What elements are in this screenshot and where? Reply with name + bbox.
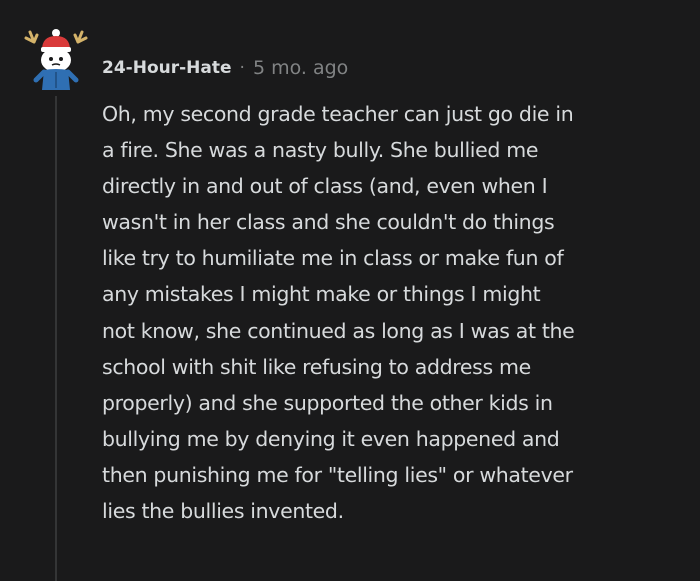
snoo-avatar-icon [24,29,88,90]
comment-body: Oh, my second grade teacher can just go … [102,102,575,524]
meta-separator: · [239,58,245,78]
avatar[interactable] [20,28,92,100]
author-username[interactable]: 24-Hour-Hate [102,58,232,78]
comment: 24-Hour-Hate · 5 mo. ago Oh, my second g… [0,0,700,581]
comment-meta: 24-Hour-Hate · 5 mo. ago [102,54,348,82]
comment-timestamp[interactable]: 5 mo. ago [253,57,348,79]
thread-line[interactable] [55,96,57,581]
